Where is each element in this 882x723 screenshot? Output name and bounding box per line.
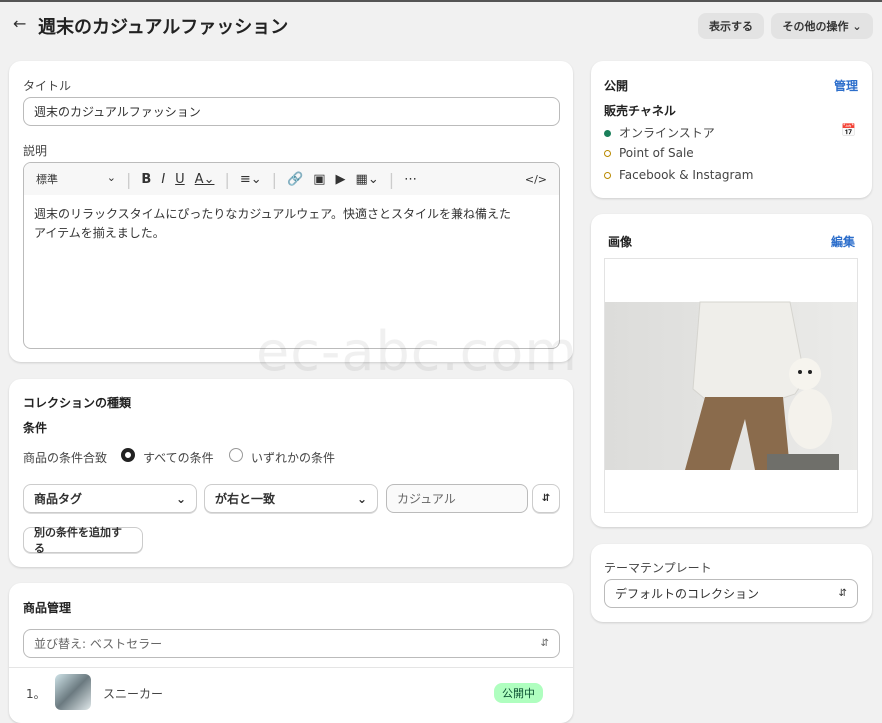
radio-any-label[interactable]: いずれかの条件: [251, 449, 335, 466]
products-heading: 商品管理: [23, 601, 72, 615]
active-dot-icon: [604, 130, 611, 137]
view-button[interactable]: 表示する: [698, 13, 764, 39]
product-row[interactable]: 1。 スニーカー 公開中: [9, 671, 573, 711]
publishing-card: 公開 管理 販売チャネル オンラインストア 📅 Point of Sale Fa…: [591, 61, 872, 198]
condition-value-input[interactable]: カジュアル: [386, 484, 528, 513]
add-condition-button[interactable]: 別の条件を追加する: [23, 526, 143, 555]
match-label: 商品の条件合致: [23, 451, 108, 465]
radio-any-condition[interactable]: [229, 448, 243, 462]
updown-icon: ⇵: [540, 638, 549, 649]
publishing-heading: 公開: [604, 79, 629, 93]
edit-image-link[interactable]: 編集: [831, 233, 855, 250]
more-actions-button[interactable]: その他の操作 ⌄: [771, 13, 873, 39]
channel-name: Point of Sale: [619, 146, 694, 160]
image-icon[interactable]: ▣: [313, 172, 325, 187]
code-icon[interactable]: </>: [525, 173, 547, 186]
product-management-card: 商品管理 並び替え: ベストセラー ⇵ 1。 スニーカー 公開中: [9, 583, 573, 723]
chevron-down-icon: ⌄: [356, 491, 367, 506]
radio-all-conditions[interactable]: [121, 448, 135, 462]
sort-select[interactable]: 並び替え: ベストセラー ⇵: [23, 629, 560, 658]
italic-icon[interactable]: I: [161, 172, 165, 187]
image-card: 画像 編集: [591, 214, 872, 527]
collection-image[interactable]: [604, 258, 858, 513]
table-icon[interactable]: ▦⌄: [356, 172, 379, 187]
channel-pos: Point of Sale: [604, 146, 694, 160]
description-line: 週末のリラックスタイムにぴったりなカジュアルウェア。快適さとスタイルを兼ね備えた: [34, 207, 512, 221]
value-stepper[interactable]: ⇵: [532, 484, 560, 513]
image-heading: 画像: [608, 235, 633, 249]
sort-value: 並び替え: ベストセラー: [34, 637, 163, 651]
theme-template-card: テーマテンプレート デフォルトのコレクション ⇵: [591, 544, 872, 622]
sales-channels-label: 販売チャネル: [604, 104, 676, 118]
man-with-dog-photo: [605, 301, 857, 470]
theme-template-select[interactable]: デフォルトのコレクション ⇵: [604, 579, 858, 608]
format-label: 標準: [36, 173, 58, 186]
back-arrow-icon[interactable]: ←: [13, 14, 26, 33]
inactive-dot-icon: [604, 150, 611, 157]
editor-toolbar: 標準 ⌄ | B I U A⌄ | ≡⌄ | 🔗 ▣ ▶ ▦⌄ | ⋯ </>: [24, 163, 559, 195]
condition-field-select[interactable]: 商品タグ ⌄: [23, 484, 197, 513]
manage-link[interactable]: 管理: [834, 77, 858, 94]
channel-online-store: オンラインストア: [604, 124, 715, 141]
product-index: 1。: [26, 687, 46, 701]
theme-template-value: デフォルトのコレクション: [615, 587, 760, 601]
product-thumbnail: [55, 674, 91, 710]
more-actions-label: その他の操作: [782, 20, 849, 33]
title-description-card: タイトル 週末のカジュアルファッション 説明 標準 ⌄ | B I U A⌄ | …: [9, 61, 573, 362]
text-color-icon[interactable]: A⌄: [195, 172, 215, 187]
title-input[interactable]: 週末のカジュアルファッション: [23, 97, 560, 126]
watermark: ec-abc.com: [256, 320, 578, 383]
link-icon[interactable]: 🔗: [287, 172, 303, 187]
bold-icon[interactable]: B: [141, 172, 151, 187]
description-label: 説明: [23, 144, 48, 158]
chevron-down-icon: ⌄: [852, 19, 862, 33]
radio-all-label[interactable]: すべての条件: [143, 449, 214, 466]
title-label: タイトル: [23, 79, 72, 93]
conditions-label: 条件: [23, 421, 48, 435]
align-icon[interactable]: ≡⌄: [240, 172, 262, 187]
chevron-down-icon: ⌄: [175, 491, 186, 506]
channel-facebook-instagram: Facebook & Instagram: [604, 168, 753, 182]
status-badge: 公開中: [494, 683, 543, 703]
more-icon[interactable]: ⋯: [404, 172, 417, 187]
description-line: アイテムを揃えました。: [34, 226, 165, 240]
page-title: 週末のカジュアルファッション: [38, 17, 289, 38]
field-value: 商品タグ: [34, 492, 83, 506]
theme-template-label: テーマテンプレート: [604, 561, 712, 575]
format-select[interactable]: 標準 ⌄: [36, 171, 116, 187]
collection-type-card: コレクションの種類 条件 商品の条件合致 すべての条件 いずれかの条件 商品タグ…: [9, 379, 573, 567]
channel-name: オンラインストア: [619, 126, 715, 140]
operator-value: が右と一致: [215, 492, 276, 506]
editor-content[interactable]: 週末のリラックスタイムにぴったりなカジュアルウェア。快適さとスタイルを兼ね備えた…: [24, 195, 559, 253]
channel-name: Facebook & Instagram: [619, 168, 754, 182]
calendar-schedule-icon[interactable]: 📅: [841, 123, 856, 137]
condition-operator-select[interactable]: が右と一致 ⌄: [204, 484, 378, 513]
underline-icon[interactable]: U: [175, 172, 185, 187]
video-icon[interactable]: ▶: [336, 172, 346, 187]
inactive-dot-icon: [604, 172, 611, 179]
updown-icon: ⇵: [838, 588, 847, 599]
product-name: スニーカー: [103, 687, 164, 701]
collection-type-heading: コレクションの種類: [23, 396, 132, 410]
